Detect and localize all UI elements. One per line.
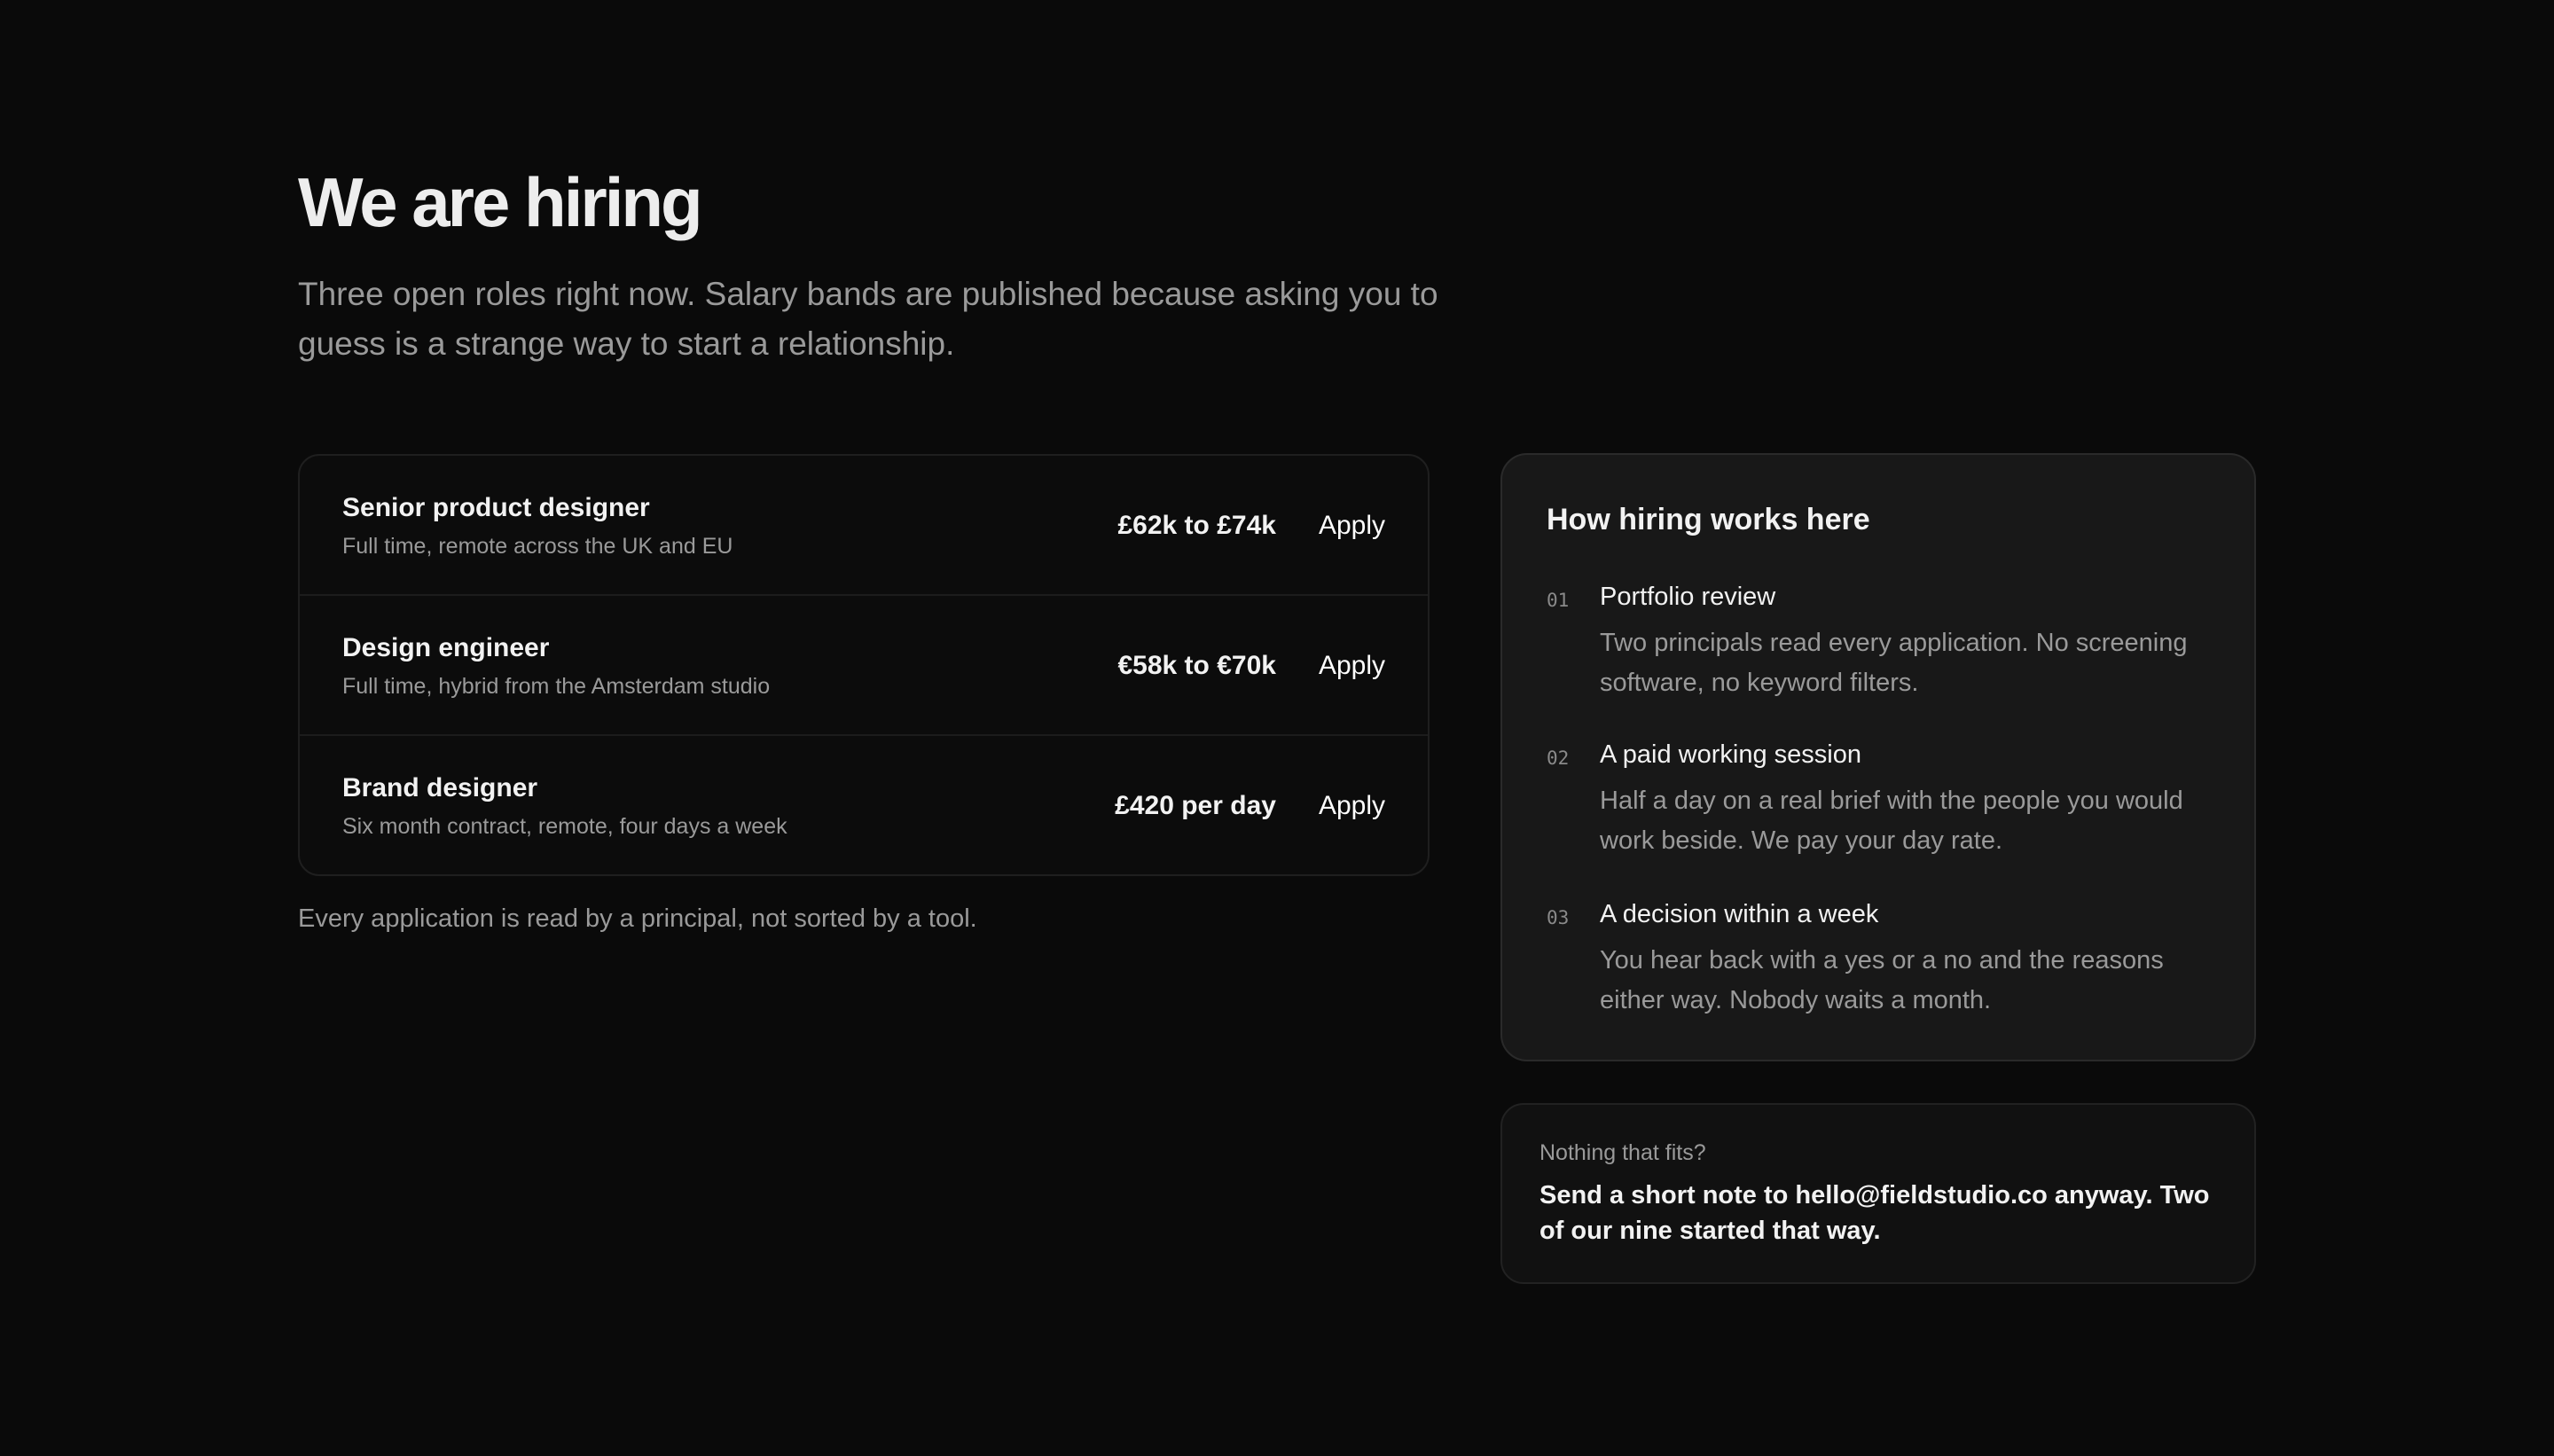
step-description: Half a day on a real brief with the peop… xyxy=(1600,787,2183,855)
role-meta: Six month contract, remote, four days a … xyxy=(342,814,787,839)
step-number: 01 xyxy=(1547,590,1570,611)
role-salary: £62k to £74k xyxy=(1117,511,1276,540)
page-subtitle: Three open roles right now. Salary bands… xyxy=(298,276,1438,362)
role-actions: £420 per day Apply xyxy=(1115,736,1385,874)
hiring-page: We are hiring Three open roles right now… xyxy=(0,0,2554,1456)
apply-button-senior-product-designer[interactable]: Apply xyxy=(1319,511,1385,541)
step-number: 03 xyxy=(1547,907,1570,928)
role-row-senior-product-designer: Senior product designer Full time, remot… xyxy=(300,456,1428,596)
role-title: Brand designer xyxy=(342,773,538,802)
hiring-process-card: How hiring works here 01 Portfolio revie… xyxy=(1500,453,2256,1061)
role-title: Design engineer xyxy=(342,633,550,662)
step-description: You hear back with a yes or a no and the… xyxy=(1600,946,2164,1014)
role-row-design-engineer: Design engineer Full time, hybrid from t… xyxy=(300,596,1428,736)
role-title: Senior product designer xyxy=(342,493,650,522)
step-title: Portfolio review xyxy=(1600,583,1776,611)
cta-label: Nothing that fits? xyxy=(1539,1140,1706,1165)
role-salary: £420 per day xyxy=(1115,791,1276,820)
page-title: We are hiring xyxy=(298,163,703,241)
role-row-brand-designer: Brand designer Six month contract, remot… xyxy=(300,736,1428,874)
role-meta: Full time, remote across the UK and EU xyxy=(342,534,733,559)
step-title: A paid working session xyxy=(1600,740,1861,769)
apply-button-design-engineer[interactable]: Apply xyxy=(1319,651,1385,681)
roles-list: Senior product designer Full time, remot… xyxy=(298,454,1430,876)
role-meta: Full time, hybrid from the Amsterdam stu… xyxy=(342,674,771,699)
step-title: A decision within a week xyxy=(1600,900,1879,928)
cta-text: Send a short note to hello@fieldstudio.c… xyxy=(1539,1181,2210,1245)
step-description: Two principals read every application. N… xyxy=(1600,629,2188,697)
role-actions: €58k to €70k Apply xyxy=(1117,596,1385,736)
open-application-card: Nothing that fits? Send a short note to … xyxy=(1500,1103,2256,1284)
role-salary: €58k to €70k xyxy=(1117,651,1276,680)
roles-footnote: Every application is read by a principal… xyxy=(298,904,977,933)
process-title: How hiring works here xyxy=(1547,503,1870,536)
step-number: 02 xyxy=(1547,748,1570,769)
role-actions: £62k to £74k Apply xyxy=(1117,456,1385,596)
apply-button-brand-designer[interactable]: Apply xyxy=(1319,791,1385,821)
